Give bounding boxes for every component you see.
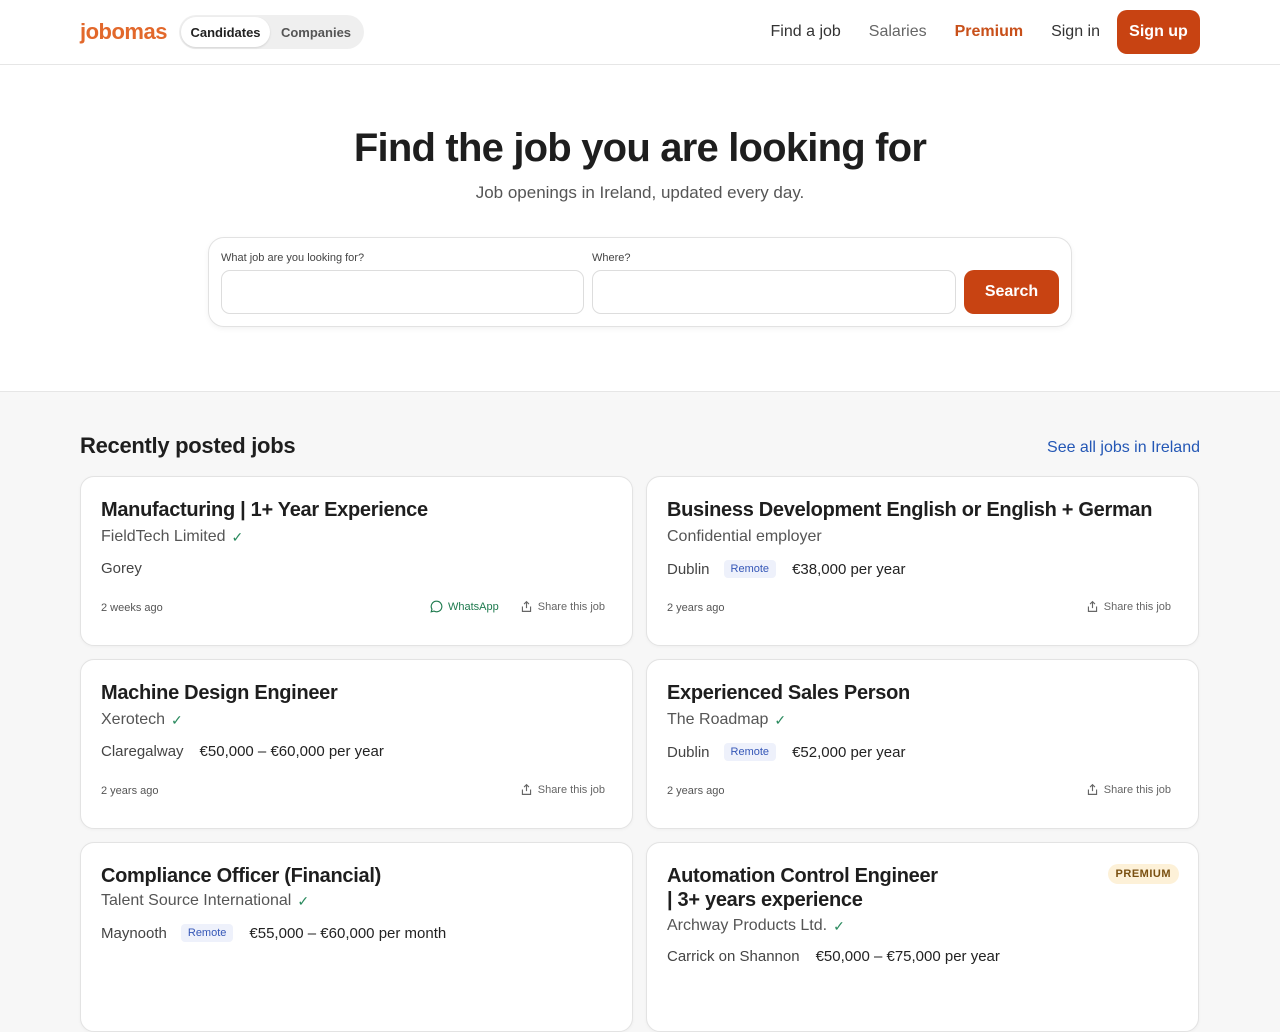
company-row: Confidential employer <box>667 528 822 546</box>
sign-up-button[interactable]: Sign up <box>1117 10 1200 54</box>
verified-check-icon: ✓ <box>833 917 845 934</box>
job-meta: Carrick on Shannon €50,000 – €75,000 per… <box>667 948 1000 965</box>
job-title-line: Automation Control Engineer <box>667 865 938 887</box>
company-name: Confidential employer <box>667 528 822 545</box>
share-job-button[interactable]: Share this job <box>520 600 605 613</box>
job-title[interactable]: Experienced Sales Person <box>667 681 910 705</box>
remote-tag: Remote <box>180 924 234 942</box>
share-label: Share this job <box>1103 783 1171 796</box>
search-button[interactable]: Search <box>964 270 1059 314</box>
job-meta: Gorey <box>101 560 142 577</box>
recent-jobs-title: Recently posted jobs <box>80 433 296 458</box>
job-title[interactable]: Machine Design Engineer <box>101 681 338 705</box>
job-meta: Dublin Remote €52,000 per year <box>667 743 905 761</box>
remote-tag: Remote <box>723 560 777 578</box>
job-title[interactable]: Compliance Officer (Financial) <box>101 864 381 888</box>
share-icon <box>1087 783 1097 795</box>
job-salary: €52,000 per year <box>792 743 906 761</box>
whatsapp-button[interactable]: WhatsApp <box>430 600 499 613</box>
job-card[interactable]: Automation Control Engineer | 3+ years e… <box>646 842 1199 1032</box>
job-title-line: | 3+ years experience <box>667 889 863 911</box>
job-location: Maynooth <box>101 924 167 942</box>
company-row: The Roadmap ✓ <box>667 711 786 729</box>
company-row: Archway Products Ltd. ✓ <box>667 917 845 935</box>
share-icon <box>521 600 531 612</box>
share-job-button[interactable]: Share this job <box>1086 600 1171 613</box>
verified-check-icon: ✓ <box>231 528 244 545</box>
see-all-jobs-link[interactable]: See all jobs in Ireland <box>1047 439 1200 457</box>
search-box: What job are you looking for? Where? Sea… <box>208 237 1072 327</box>
job-card[interactable]: Experienced Sales Person The Roadmap ✓ D… <box>646 659 1199 829</box>
job-title[interactable]: Business Development English or English … <box>667 498 1152 522</box>
what-input[interactable] <box>221 270 584 314</box>
posted-ago: 2 years ago <box>667 602 725 614</box>
job-location: Claregalway <box>101 743 184 760</box>
share-label: Share this job <box>537 783 605 796</box>
site-logo[interactable]: jobomas <box>80 19 167 45</box>
job-salary: €50,000 – €75,000 per year <box>815 948 1000 965</box>
hero-title: Find the job you are looking for <box>353 126 927 170</box>
job-actions: Share this job <box>520 783 605 796</box>
job-card[interactable]: Business Development English or English … <box>646 476 1199 646</box>
find-job-link[interactable]: Find a job <box>771 23 841 41</box>
where-label: Where? <box>592 252 631 264</box>
main-nav: Find a job Salaries Premium Sign in Sign… <box>743 10 1200 54</box>
sign-in-link[interactable]: Sign in <box>1051 23 1100 41</box>
job-salary: €38,000 per year <box>792 560 906 578</box>
company-name: FieldTech Limited <box>101 528 226 545</box>
job-actions: Share this job <box>1086 600 1171 613</box>
job-salary: €55,000 – €60,000 per month <box>249 924 447 942</box>
job-card[interactable]: Machine Design Engineer Xerotech ✓ Clare… <box>80 659 633 829</box>
job-card[interactable]: Compliance Officer (Financial) Talent So… <box>80 842 633 1032</box>
company-name: The Roadmap <box>667 711 769 728</box>
hero-section: Find the job you are looking for Job ope… <box>0 65 1280 392</box>
remote-tag: Remote <box>723 743 777 761</box>
job-card[interactable]: Manufacturing | 1+ Year Experience Field… <box>80 476 633 646</box>
job-actions: WhatsApp Share this job <box>430 600 605 613</box>
premium-badge: PREMIUM <box>1107 864 1179 884</box>
job-meta: Maynooth Remote €55,000 – €60,000 per mo… <box>101 924 446 942</box>
where-input[interactable] <box>592 270 956 314</box>
salaries-link[interactable]: Salaries <box>869 23 927 41</box>
job-actions: Share this job <box>1086 783 1171 796</box>
job-title[interactable]: Automation Control Engineer | 3+ years e… <box>667 864 938 912</box>
job-location: Dublin <box>667 560 710 578</box>
company-name: Talent Source International <box>101 892 292 909</box>
company-row: FieldTech Limited ✓ <box>101 528 243 546</box>
premium-link[interactable]: Premium <box>955 23 1023 41</box>
job-salary: €50,000 – €60,000 per year <box>199 743 384 760</box>
posted-ago: 2 years ago <box>667 785 725 797</box>
audience-toggle: Candidates Companies <box>179 15 364 49</box>
job-location: Gorey <box>101 560 142 577</box>
whatsapp-icon <box>430 600 443 613</box>
company-row: Talent Source International ✓ <box>101 892 309 910</box>
job-location: Dublin <box>667 743 710 761</box>
posted-ago: 2 weeks ago <box>101 602 163 614</box>
job-title[interactable]: Manufacturing | 1+ Year Experience <box>101 498 428 522</box>
share-icon <box>1087 600 1097 612</box>
posted-ago: 2 years ago <box>101 785 159 797</box>
job-meta: Claregalway €50,000 – €60,000 per year <box>101 743 384 760</box>
verified-check-icon: ✓ <box>297 892 310 909</box>
company-name: Archway Products Ltd. <box>667 917 828 934</box>
share-job-button[interactable]: Share this job <box>1086 783 1171 796</box>
job-location: Carrick on Shannon <box>667 948 800 965</box>
job-meta: Dublin Remote €38,000 per year <box>667 560 905 578</box>
share-label: Share this job <box>1103 600 1171 613</box>
candidates-toggle-option[interactable]: Candidates <box>181 17 270 47</box>
top-navbar: jobomas Candidates Companies Find a job … <box>0 0 1280 65</box>
what-label: What job are you looking for? <box>221 252 365 264</box>
share-label: Share this job <box>537 600 605 613</box>
verified-check-icon: ✓ <box>171 711 183 728</box>
company-name: Xerotech <box>101 711 166 728</box>
share-icon <box>521 783 531 795</box>
whatsapp-label: WhatsApp <box>447 600 499 613</box>
share-job-button[interactable]: Share this job <box>520 783 605 796</box>
company-row: Xerotech ✓ <box>101 711 183 729</box>
verified-check-icon: ✓ <box>774 711 787 728</box>
companies-toggle-option[interactable]: Companies <box>270 17 362 47</box>
hero-subtitle: Job openings in Ireland, updated every d… <box>475 183 805 202</box>
